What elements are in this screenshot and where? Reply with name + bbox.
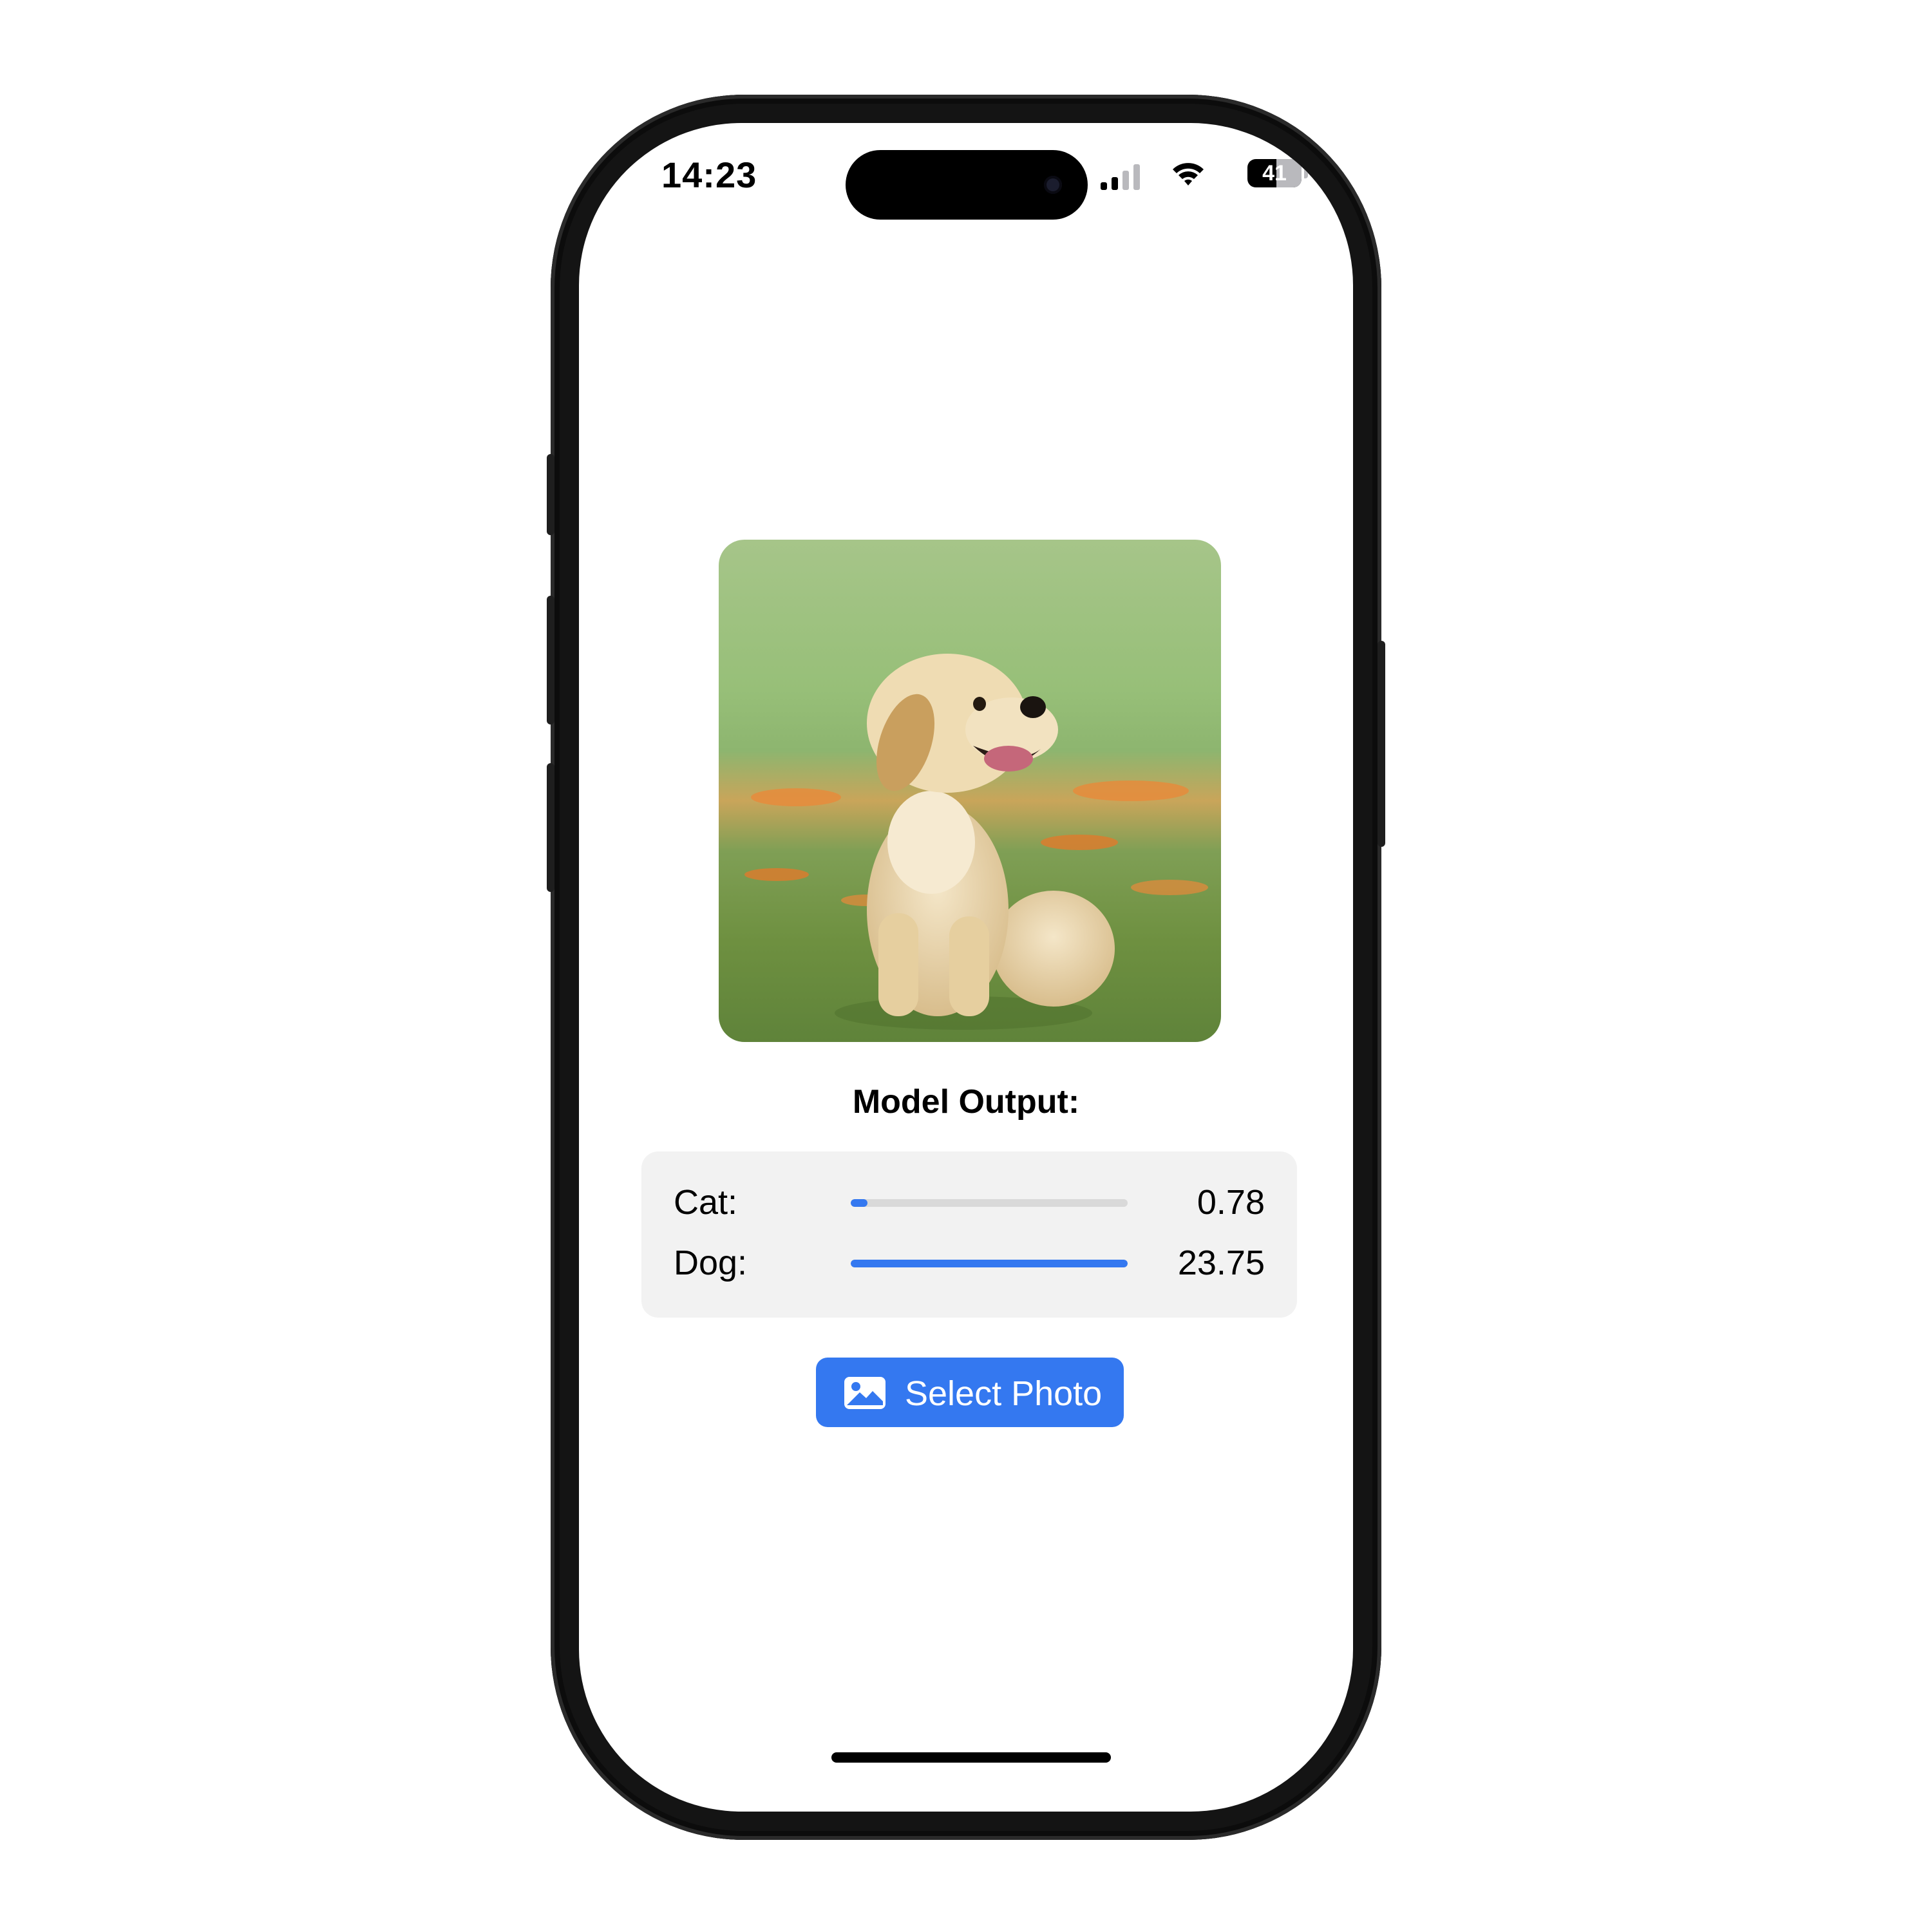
result-bar	[851, 1199, 1128, 1207]
result-row-dog: Dog: 23.75	[641, 1236, 1297, 1288]
volume-up-button	[547, 596, 554, 724]
result-label: Cat:	[674, 1183, 738, 1222]
wifi-icon	[1171, 159, 1205, 187]
model-output-title: Model Output:	[852, 1083, 1080, 1121]
result-value: 23.75	[1177, 1244, 1265, 1282]
model-output-panel: Cat: 0.78 Dog: 23.75	[641, 1151, 1297, 1318]
result-bar	[851, 1260, 1128, 1267]
select-photo-label: Select Photo	[905, 1374, 1103, 1413]
home-indicator[interactable]	[831, 1752, 1111, 1763]
selected-photo	[719, 540, 1221, 1042]
result-label: Dog:	[674, 1244, 748, 1282]
result-bar-fill	[851, 1260, 1128, 1267]
cellular-signal-icon	[1101, 164, 1141, 190]
status-time: 14:23	[661, 155, 757, 195]
result-value: 0.78	[1197, 1183, 1265, 1222]
volume-down-button	[547, 763, 554, 892]
front-camera-icon	[1044, 176, 1062, 194]
dynamic-island	[846, 150, 1088, 220]
result-row-cat: Cat: 0.78	[641, 1176, 1297, 1227]
battery-tip	[1304, 168, 1308, 178]
photo-icon	[844, 1377, 886, 1409]
phone-screen: 14:23 41 Model Output: Cat: 0.78 Dog: 23…	[579, 123, 1353, 1812]
result-bar-fill	[851, 1199, 867, 1207]
puppy-photo	[744, 654, 1208, 1030]
battery-icon: 41	[1247, 159, 1302, 187]
select-photo-button[interactable]: Select Photo	[816, 1358, 1124, 1427]
action-button	[547, 454, 554, 535]
battery-level: 41	[1262, 161, 1287, 185]
power-button	[1378, 641, 1385, 847]
